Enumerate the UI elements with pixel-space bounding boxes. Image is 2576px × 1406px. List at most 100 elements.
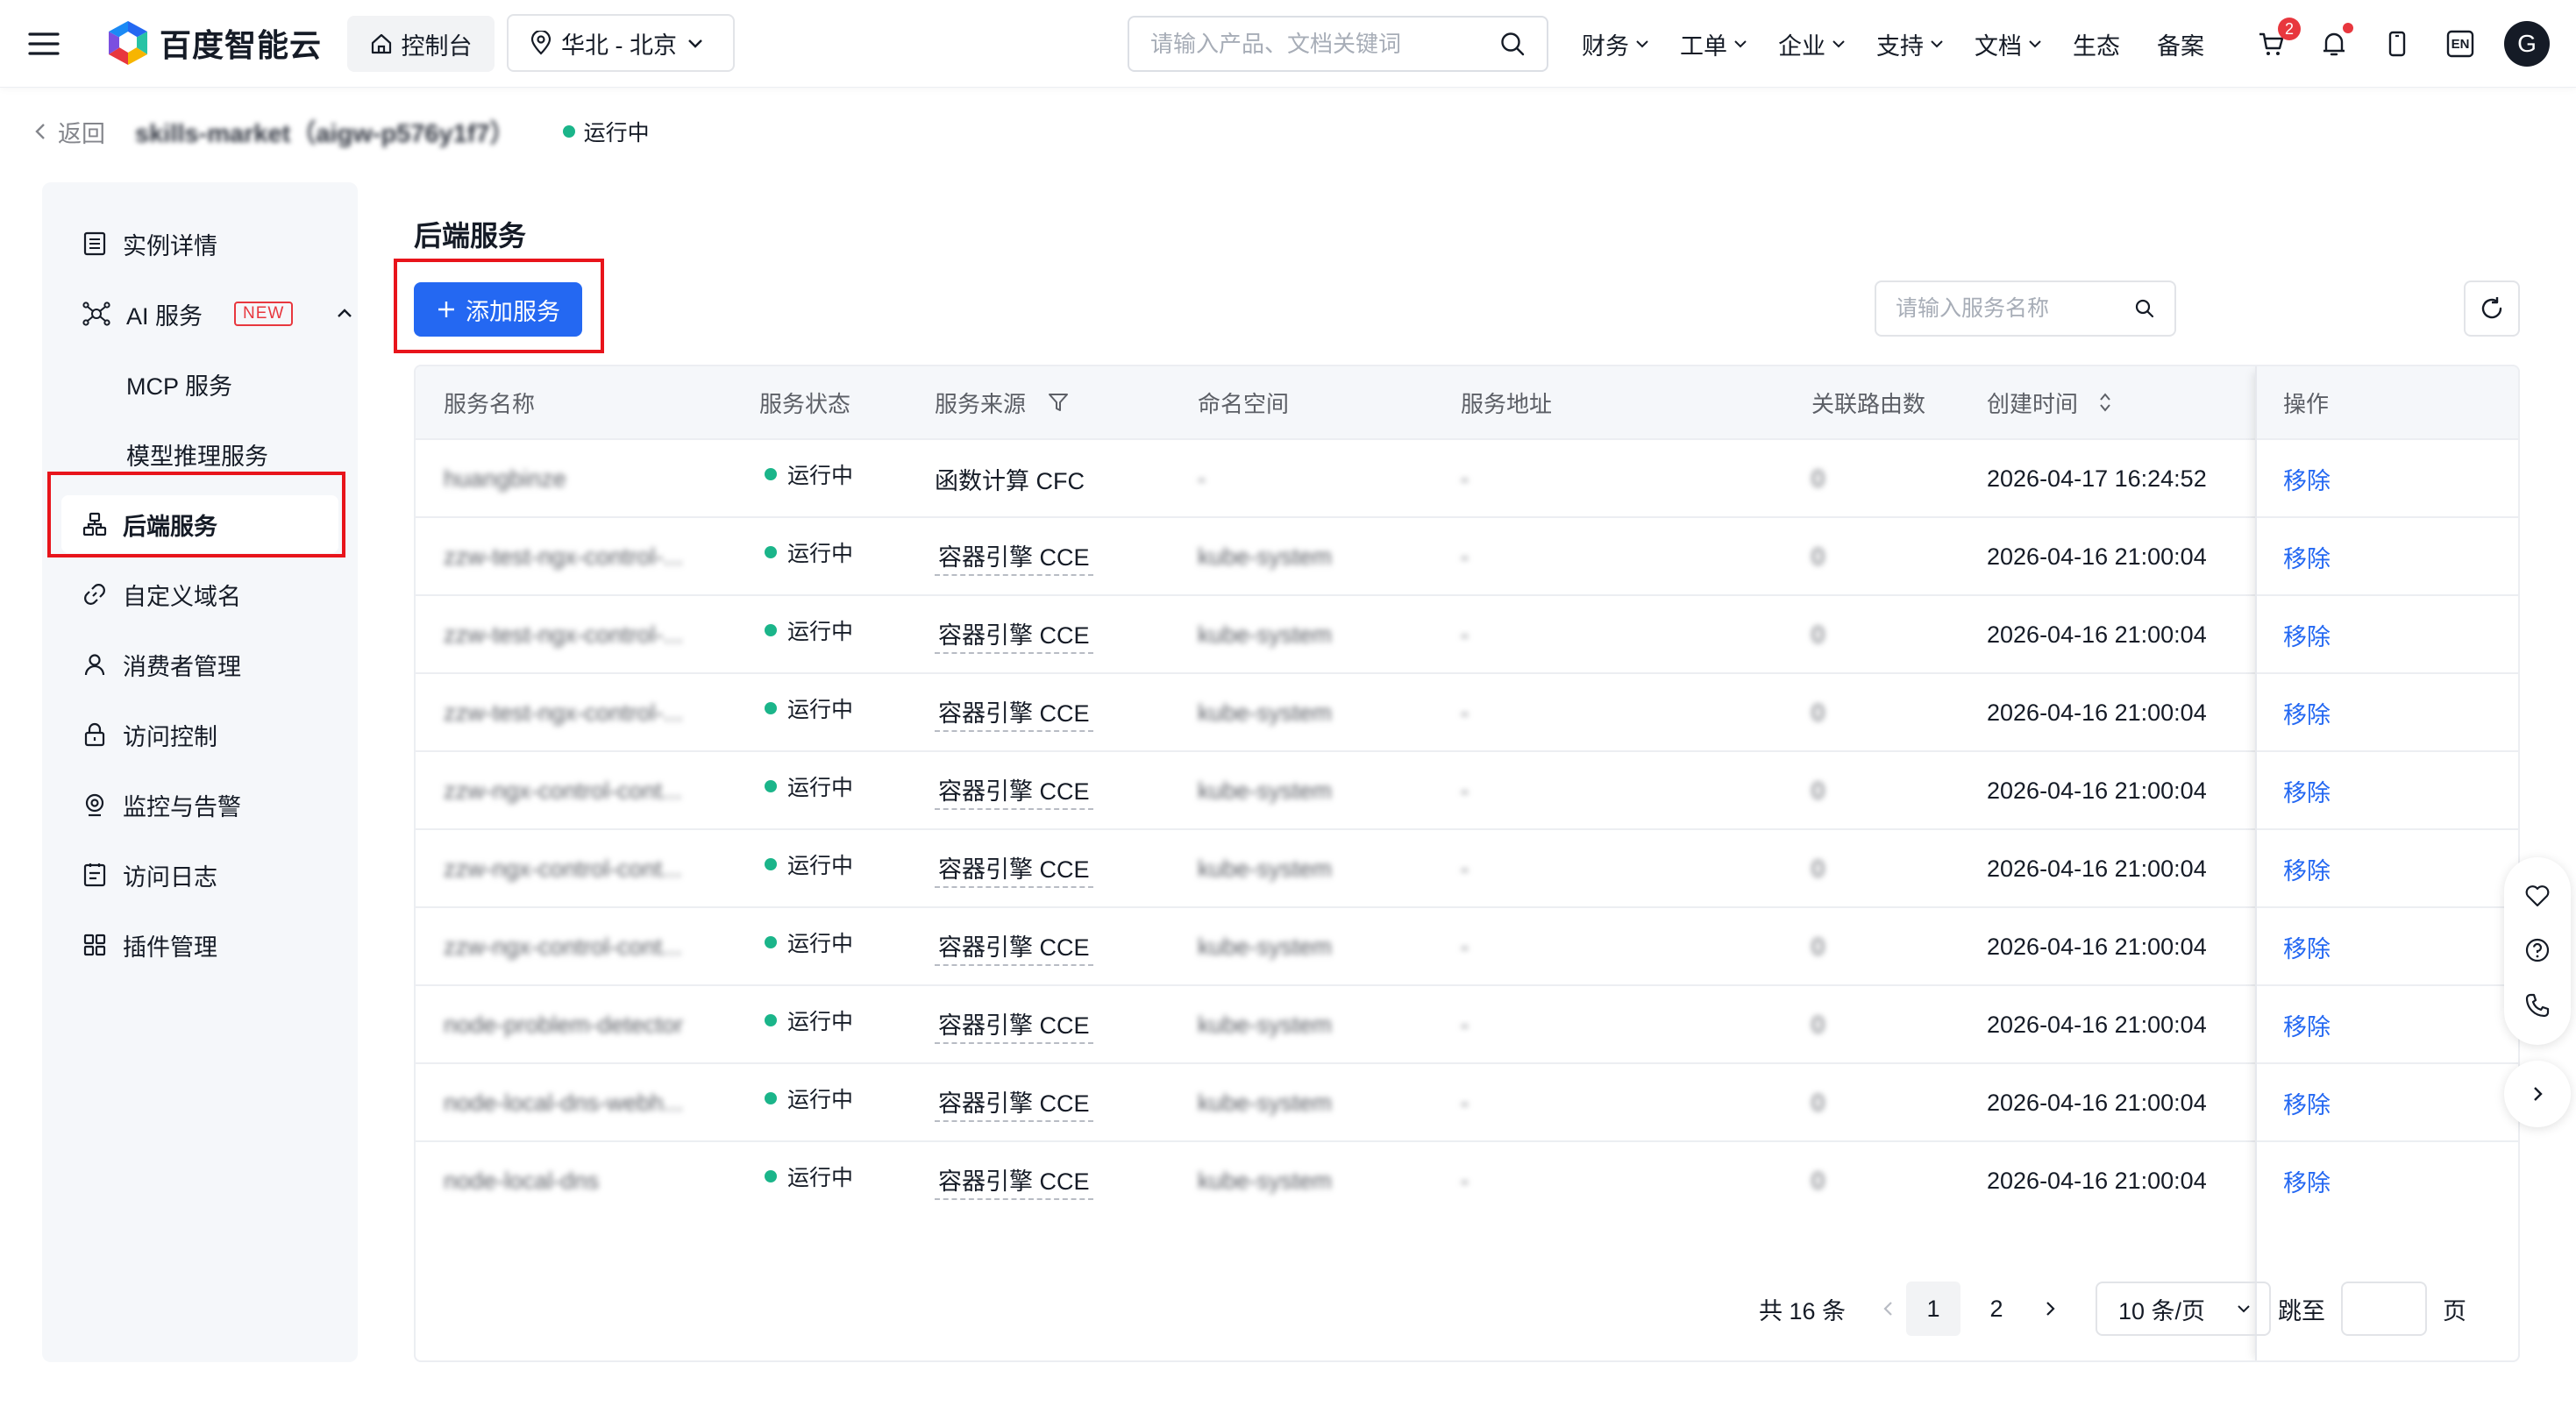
chevron-up-icon[interactable] bbox=[335, 304, 354, 323]
cell-namespace: kube-system bbox=[1198, 1064, 1332, 1142]
cell-route-count-text: 0 bbox=[1811, 1012, 1825, 1038]
source-label[interactable]: 容器引擎 CCE bbox=[935, 538, 1093, 576]
filter-icon[interactable] bbox=[1047, 391, 1070, 414]
remove-button-text[interactable]: 移除 bbox=[2283, 696, 2330, 730]
remove-button[interactable]: 移除 bbox=[2283, 1142, 2330, 1220]
mobile-button[interactable] bbox=[2380, 26, 2415, 61]
search-icon[interactable] bbox=[1499, 31, 1526, 57]
cell-created-time: 2026-04-16 21:00:04 bbox=[1987, 908, 2207, 986]
source-label[interactable]: 容器引擎 CCE bbox=[935, 928, 1093, 966]
column-created-time[interactable]: 创建时间 bbox=[1987, 366, 2113, 438]
notification-button[interactable] bbox=[2316, 23, 2353, 61]
remove-button[interactable]: 移除 bbox=[2283, 518, 2330, 596]
remove-button-text[interactable]: 移除 bbox=[2283, 930, 2330, 964]
source-label[interactable]: 容器引擎 CCE bbox=[935, 694, 1093, 732]
pagination-page-1[interactable]: 1 bbox=[1906, 1282, 1960, 1336]
cell-service-source: 容器引擎 CCE bbox=[935, 908, 1093, 986]
heart-icon[interactable] bbox=[2523, 883, 2551, 909]
remove-button[interactable]: 移除 bbox=[2283, 908, 2330, 986]
remove-button-text[interactable]: 移除 bbox=[2283, 774, 2330, 808]
sidebar-item-ai-service[interactable]: AI 服务 NEW bbox=[82, 285, 354, 343]
remove-button[interactable]: 移除 bbox=[2283, 674, 2330, 752]
cell-namespace: kube-system bbox=[1198, 674, 1332, 752]
remove-button-text[interactable]: 移除 bbox=[2283, 462, 2330, 496]
remove-button-text[interactable]: 移除 bbox=[2283, 618, 2330, 652]
sidebar-item-label: 实例详情 bbox=[123, 232, 217, 259]
page-size-select[interactable]: 10 条/页 bbox=[2096, 1282, 2271, 1336]
floating-expand-button[interactable] bbox=[2504, 1061, 2571, 1127]
status-dot bbox=[562, 125, 575, 138]
source-label[interactable]: 容器引擎 CCE bbox=[935, 1084, 1093, 1122]
search-icon[interactable] bbox=[2134, 298, 2155, 319]
nav-enterprise[interactable]: 企业 bbox=[1778, 27, 1847, 61]
remove-button[interactable]: 移除 bbox=[2283, 596, 2330, 674]
language-button[interactable]: EN bbox=[2443, 26, 2478, 61]
remove-button-text[interactable]: 移除 bbox=[2283, 852, 2330, 886]
cart-button[interactable]: 2 bbox=[2253, 18, 2301, 61]
sidebar-item-custom-domain[interactable]: 自定义域名 bbox=[82, 565, 241, 623]
list-icon bbox=[83, 231, 106, 256]
brand-logo[interactable]: 百度智能云 bbox=[105, 19, 322, 67]
remove-button[interactable]: 移除 bbox=[2283, 752, 2330, 830]
nav-support[interactable]: 支持 bbox=[1876, 27, 1945, 61]
cell-created-time: 2026-04-16 21:00:04 bbox=[1987, 596, 2207, 674]
phone-call-icon[interactable] bbox=[2523, 991, 2551, 1019]
cell-service-address: - bbox=[1461, 986, 1469, 1064]
cell-service-address-text: - bbox=[1461, 1090, 1469, 1116]
service-search-input[interactable] bbox=[1896, 295, 2124, 322]
nav-ticket[interactable]: 工单 bbox=[1680, 27, 1748, 61]
remove-button[interactable]: 移除 bbox=[2283, 1064, 2330, 1142]
remove-button[interactable]: 移除 bbox=[2283, 830, 2330, 908]
cell-namespace-text: kube-system bbox=[1198, 1168, 1333, 1194]
region-selector[interactable]: 华北 - 北京 bbox=[507, 14, 735, 72]
sidebar-item-label: 消费者管理 bbox=[123, 653, 241, 680]
help-icon[interactable] bbox=[2523, 936, 2551, 964]
cell-service-name-text: node-problem-detector bbox=[444, 1012, 684, 1038]
back-button[interactable]: 返回 bbox=[32, 115, 105, 149]
remove-button[interactable]: 移除 bbox=[2283, 440, 2330, 518]
cell-created-time: 2026-04-16 21:00:04 bbox=[1987, 1142, 2207, 1220]
status-dot bbox=[765, 779, 777, 792]
cell-created-time: 2026-04-17 16:24:52 bbox=[1987, 440, 2207, 518]
pagination-next[interactable] bbox=[2032, 1282, 2067, 1336]
source-label[interactable]: 容器引擎 CCE bbox=[935, 1162, 1093, 1200]
status-label: 运行中 bbox=[787, 1165, 854, 1190]
console-button[interactable]: 控制台 bbox=[347, 16, 495, 72]
cell-service-source: 容器引擎 CCE bbox=[935, 1064, 1093, 1142]
global-search-input[interactable] bbox=[1150, 30, 1484, 58]
source-label[interactable]: 容器引擎 CCE bbox=[935, 1006, 1093, 1044]
refresh-button[interactable] bbox=[2464, 280, 2520, 337]
nav-filing[interactable]: 备案 bbox=[2157, 27, 2204, 61]
cell-namespace-text: kube-system bbox=[1198, 543, 1333, 570]
remove-button[interactable]: 移除 bbox=[2283, 986, 2330, 1064]
sort-icon[interactable] bbox=[2097, 391, 2113, 414]
sidebar-item-access-logs[interactable]: 访问日志 bbox=[82, 846, 217, 904]
sidebar-item-mcp-service[interactable]: MCP 服务 bbox=[126, 355, 232, 413]
sidebar-item-monitoring-alerts[interactable]: 监控与告警 bbox=[82, 776, 241, 834]
hamburger-menu-icon[interactable] bbox=[26, 26, 61, 61]
cell-route-count-text: 0 bbox=[1811, 621, 1825, 648]
source-label[interactable]: 容器引擎 CCE bbox=[935, 850, 1093, 888]
nav-finance[interactable]: 财务 bbox=[1582, 27, 1650, 61]
sidebar-item-access-control[interactable]: 访问控制 bbox=[82, 706, 217, 763]
sidebar-item-consumer-management[interactable]: 消费者管理 bbox=[82, 636, 241, 693]
remove-button-text[interactable]: 移除 bbox=[2283, 1008, 2330, 1042]
pagination-prev[interactable] bbox=[1871, 1282, 1906, 1336]
source-label[interactable]: 容器引擎 CCE bbox=[935, 772, 1093, 810]
remove-button-text[interactable]: 移除 bbox=[2283, 1086, 2330, 1120]
cell-service-name: zzw-test-ngx-control-... bbox=[444, 518, 683, 596]
nav-ecosystem[interactable]: 生态 bbox=[2073, 27, 2120, 61]
cell-service-address: - bbox=[1461, 1064, 1469, 1142]
sidebar-item-label: 自定义域名 bbox=[123, 583, 241, 610]
pagination-page-2[interactable]: 2 bbox=[1969, 1282, 2024, 1336]
remove-button-text[interactable]: 移除 bbox=[2283, 1164, 2330, 1198]
cell-service-address-text: - bbox=[1461, 934, 1469, 960]
avatar[interactable]: G bbox=[2504, 21, 2550, 67]
nav-docs[interactable]: 文档 bbox=[1975, 27, 2043, 61]
sidebar-item-plugin-management[interactable]: 插件管理 bbox=[82, 916, 217, 974]
source-label[interactable]: 容器引擎 CCE bbox=[935, 616, 1093, 654]
sidebar-item-instance-detail[interactable]: 实例详情 bbox=[82, 215, 217, 273]
remove-button-text[interactable]: 移除 bbox=[2283, 540, 2330, 574]
jump-page-input[interactable] bbox=[2341, 1282, 2427, 1336]
cell-service-name: zzw-ngx-control-cont... bbox=[444, 908, 682, 986]
